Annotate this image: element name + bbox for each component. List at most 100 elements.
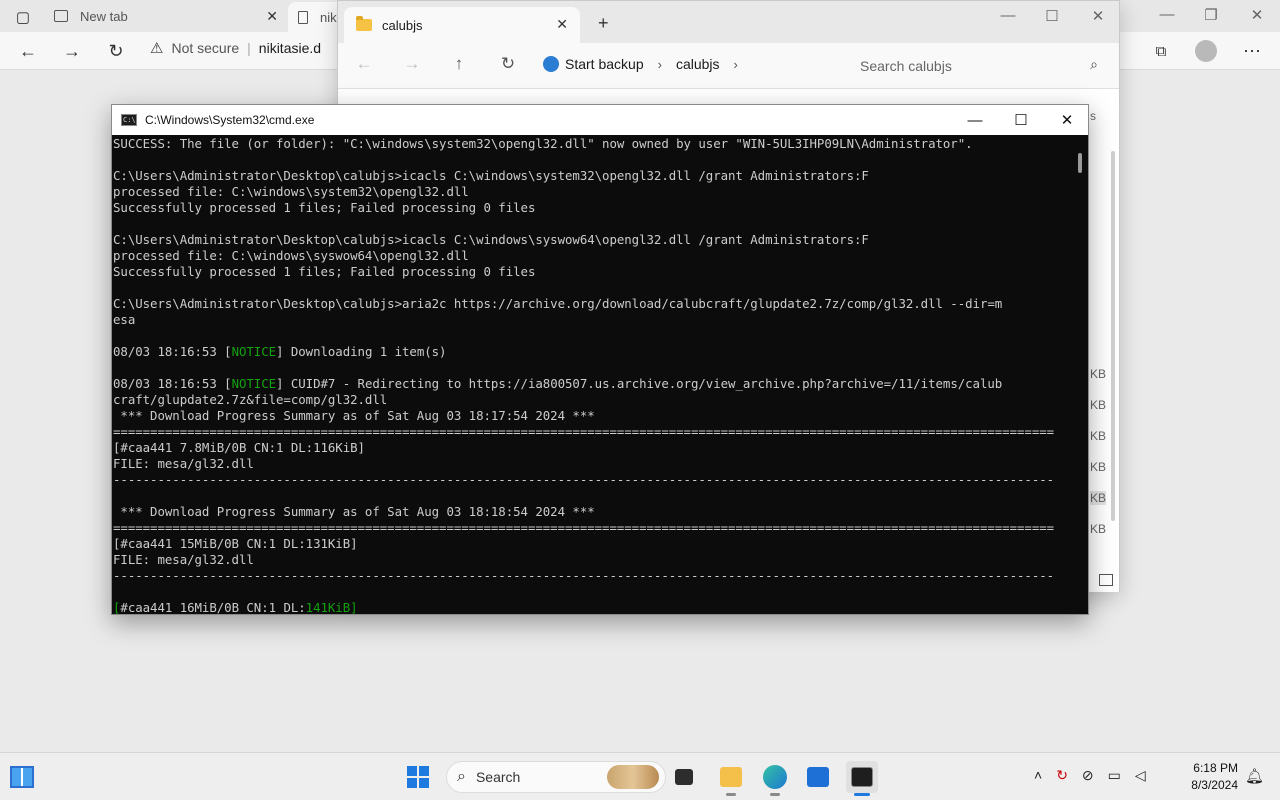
cmd-title-bar: C:\ C:\Windows\System32\cmd.exe — ☐ ✕ <box>112 105 1088 135</box>
search-highlight-image <box>607 765 659 789</box>
forward-arrow-icon[interactable]: → <box>59 38 85 64</box>
clock-time: 6:18 PM <box>1193 761 1238 775</box>
explorer-tab-label: calubjs <box>382 17 423 33</box>
console-line: 08/03 18:16:53 [NOTICE] CUID#7 - Redirec… <box>113 376 1003 391</box>
console-line: processed file: C:\windows\syswow64\open… <box>113 248 469 263</box>
display-icon[interactable]: ▭ <box>1108 767 1121 784</box>
console-line: [#caa441 15MiB/0B CN:1 DL:131KiB] <box>113 536 358 551</box>
up-arrow-icon[interactable]: ↑ <box>447 54 471 74</box>
cmd-taskbar-icon[interactable] <box>846 761 878 796</box>
folder-icon <box>356 16 372 31</box>
chevron-up-icon[interactable]: ˄ <box>1034 767 1042 784</box>
maximize-icon[interactable]: ☐ <box>1037 7 1067 25</box>
console-line: *** Download Progress Summary as of Sat … <box>113 408 595 423</box>
address-bar[interactable]: ⚠ Not secure | nikitasie.d <box>150 39 321 57</box>
console-line: 08/03 18:16:53 [NOTICE] Downloading 1 it… <box>113 344 447 359</box>
close-icon[interactable]: ✕ <box>1044 105 1090 135</box>
scrollbar[interactable] <box>1078 153 1082 173</box>
console-line: Successfully processed 1 files; Failed p… <box>113 264 536 279</box>
store-glyph <box>807 767 829 787</box>
running-indicator <box>726 793 736 796</box>
notification-bell-icon[interactable]: 🔔︎ <box>1245 767 1264 785</box>
console-output[interactable]: SUCCESS: The file (or folder): "C:\windo… <box>112 136 1074 614</box>
browser-tab-new-tab[interactable]: New tab ✕ <box>44 0 288 32</box>
volume-icon[interactable]: ◁ <box>1135 767 1146 784</box>
profile-avatar-icon[interactable] <box>1193 38 1219 64</box>
terminal-glyph <box>851 767 873 787</box>
console-line: C:\Users\Administrator\Desktop\calubjs>i… <box>113 168 869 183</box>
close-icon[interactable]: ✕ <box>1242 6 1272 24</box>
size-cell: KB <box>1090 491 1107 505</box>
close-tab-icon[interactable]: ✕ <box>266 8 278 25</box>
size-cell: KB <box>1090 522 1107 536</box>
close-tab-icon[interactable]: ✕ <box>556 16 568 33</box>
explorer-tab[interactable]: calubjs ✕ <box>344 7 580 43</box>
task-view-icon[interactable] <box>668 761 700 793</box>
forward-arrow-icon[interactable]: → <box>400 54 424 74</box>
clock-date: 8/3/2024 <box>1191 778 1238 792</box>
maximize-icon[interactable]: ☐ <box>998 105 1044 135</box>
explorer-title-bar: calubjs ✕ + — ☐ ✕ <box>338 1 1119 43</box>
details-view-icon[interactable] <box>1099 574 1113 586</box>
widgets-icon[interactable] <box>10 766 34 788</box>
store-icon[interactable] <box>802 761 834 793</box>
back-arrow-icon[interactable]: ← <box>352 54 376 74</box>
search-input[interactable]: Search calubjs ⌕ <box>848 51 1108 81</box>
breadcrumb-item-calubjs[interactable]: calubjs <box>676 56 720 72</box>
close-icon[interactable]: ✕ <box>1083 7 1113 25</box>
breadcrumb-item-start-backup[interactable]: Start backup <box>543 56 644 72</box>
active-indicator <box>854 793 870 796</box>
search-placeholder: Search calubjs <box>860 58 952 74</box>
browser-tab-label: nik <box>320 9 337 25</box>
search-icon: ⌕ <box>457 768 466 785</box>
partial-text: s <box>1090 109 1096 123</box>
console-line: [#caa441 7.8MiB/0B CN:1 DL:116KiB] <box>113 440 365 455</box>
refresh-icon[interactable]: ↻ <box>496 54 520 74</box>
console-line: SUCCESS: The file (or folder): "C:\windo… <box>113 136 973 151</box>
console-line: ========================================… <box>113 424 1055 439</box>
collections-icon[interactable]: ⧉ <box>1148 38 1174 64</box>
search-label: Search <box>475 769 521 785</box>
console-line: FILE: mesa/gl32.dll <box>113 456 254 471</box>
explorer-nav-bar: ← → ↑ ↻ Start backup › calubjs › Search … <box>338 43 1119 89</box>
network-off-icon[interactable]: ⊘ <box>1082 767 1094 784</box>
backup-cloud-icon <box>543 56 559 72</box>
restore-icon[interactable]: ❐ <box>1196 6 1226 24</box>
back-arrow-icon[interactable]: ← <box>15 38 41 64</box>
clock[interactable]: 6:18 PM 8/3/2024 <box>1182 760 1238 794</box>
more-options-icon[interactable]: ⋯ <box>1239 38 1265 64</box>
file-explorer-icon[interactable] <box>715 761 747 796</box>
start-button[interactable] <box>402 761 434 793</box>
minimize-icon[interactable]: — <box>952 105 998 135</box>
terminal-icon: C:\ <box>121 114 137 126</box>
taskbar: ⌕ Search ˄ ↻ ⊘ ▭ ◁ 6:18 PM 8/3/2024 🔔︎ <box>0 752 1280 800</box>
breadcrumb: Start backup › calubjs › <box>543 56 738 72</box>
sync-icon[interactable]: ↻ <box>1056 767 1068 784</box>
size-cell: KB <box>1090 429 1107 443</box>
minimize-icon[interactable]: — <box>1152 6 1182 23</box>
console-line: FILE: mesa/gl32.dll <box>113 552 254 567</box>
newtab-page-icon <box>54 10 68 22</box>
new-tab-plus-icon[interactable]: + <box>598 13 609 34</box>
minimize-icon[interactable]: — <box>993 7 1023 24</box>
edge-icon[interactable] <box>759 761 791 796</box>
taskbar-search[interactable]: ⌕ Search <box>446 761 666 793</box>
console-line: craft/glupdate2.7z&file=comp/gl32.dll <box>113 392 388 407</box>
running-indicator <box>770 793 780 796</box>
chevron-right-icon[interactable]: › <box>658 57 662 72</box>
tab-actions-icon[interactable]: ▢ <box>10 4 36 30</box>
console-line: C:\Users\Administrator\Desktop\calubjs>a… <box>113 296 1003 311</box>
folder-glyph <box>720 767 742 787</box>
refresh-icon[interactable]: ↻ <box>103 38 129 64</box>
task-view-glyph <box>675 769 693 785</box>
chevron-right-icon[interactable]: › <box>734 57 738 72</box>
console-line: ----------------------------------------… <box>113 472 1055 487</box>
warning-icon: ⚠ <box>150 40 164 57</box>
console-line: ----------------------------------------… <box>113 568 1055 583</box>
url-text: nikitasie.d <box>258 40 322 56</box>
console-line: Successfully processed 1 files; Failed p… <box>113 200 536 215</box>
scrollbar[interactable] <box>1111 151 1115 521</box>
system-tray: ˄ ↻ ⊘ ▭ ◁ <box>1034 767 1146 784</box>
